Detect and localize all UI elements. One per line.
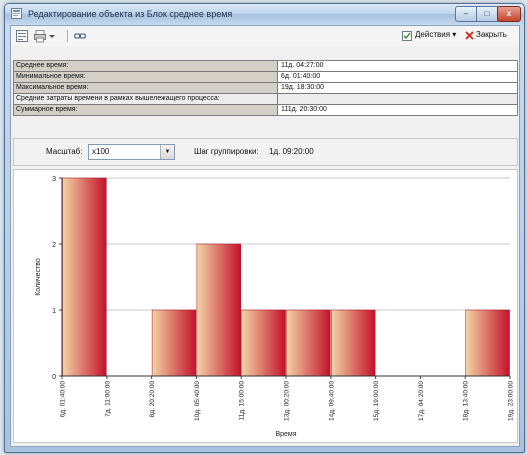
y-tick-label: 2 bbox=[52, 242, 56, 249]
x-tick-label: 7д. 11:00:00 bbox=[104, 381, 111, 417]
x-tick-label: 13д. 00:20:00 bbox=[284, 381, 291, 421]
x-tick-label: 10д. 05:40:00 bbox=[194, 381, 201, 421]
histogram-bar bbox=[151, 309, 197, 377]
window-title: Редактирование объекта из Блок среднее в… bbox=[28, 9, 233, 19]
link-icon[interactable] bbox=[73, 29, 87, 43]
x-tick-label: 14д. 09:40:00 bbox=[328, 381, 335, 421]
scale-select[interactable]: x100 ▼ bbox=[88, 144, 175, 160]
y-tick-label: 0 bbox=[52, 374, 56, 381]
minimize-button[interactable]: – bbox=[455, 6, 477, 22]
x-tick-label: 8д. 20:20:00 bbox=[149, 381, 156, 418]
scale-value: x100 bbox=[92, 147, 110, 156]
x-tick-label: 6д. 01:40:00 bbox=[60, 381, 67, 418]
print-dropdown-icon[interactable] bbox=[48, 29, 56, 43]
histogram-bar bbox=[62, 177, 107, 377]
property-row[interactable]: Суммарное время: 111д. 20:30:00 bbox=[14, 105, 517, 115]
dialog-client-area: Действия ▾ Закрыть Среднее время: 11д. 0… bbox=[10, 25, 520, 447]
property-value: 19д. 18:30:00 bbox=[278, 83, 517, 93]
histogram-bar bbox=[241, 309, 286, 377]
histogram-bar bbox=[196, 243, 241, 377]
properties-grid: Среднее время: 11д. 04:27:00 Минимальное… bbox=[13, 60, 518, 116]
maximize-button[interactable]: □ bbox=[476, 6, 498, 22]
property-label: Минимальное время: bbox=[14, 72, 277, 82]
chart-controls: Масштаб: x100 ▼ Шаг группировки: 1д. 09:… bbox=[13, 138, 518, 166]
title-bar[interactable]: Редактирование объекта из Блок среднее в… bbox=[5, 4, 524, 24]
y-axis-title: Количество bbox=[35, 258, 42, 296]
property-row[interactable]: Среднее время: 11д. 04:27:00 bbox=[14, 61, 517, 72]
close-x-icon bbox=[465, 31, 474, 40]
histogram-bar bbox=[286, 309, 331, 377]
properties-icon[interactable] bbox=[15, 29, 29, 43]
histogram-bar bbox=[465, 309, 510, 377]
step-label: Шаг группировки: bbox=[194, 147, 259, 156]
y-tick-label: 3 bbox=[52, 176, 56, 183]
histogram-bar bbox=[331, 309, 376, 377]
close-window-button[interactable]: x bbox=[497, 6, 521, 22]
property-label: Среднее время: bbox=[14, 61, 277, 71]
property-row[interactable]: Максимальное время: 19д. 18:30:00 bbox=[14, 83, 517, 94]
actions-button[interactable]: Действия ▾ bbox=[415, 30, 456, 39]
property-label: Суммарное время: bbox=[14, 105, 277, 115]
property-row[interactable]: Средние затраты времени в рамках вышележ… bbox=[14, 94, 517, 105]
x-tick-label: 11д. 15:00:00 bbox=[239, 381, 246, 421]
actions-icon bbox=[402, 31, 412, 41]
property-label: Максимальное время: bbox=[14, 83, 277, 93]
property-value: 6д. 01:40:00 bbox=[278, 72, 517, 82]
x-tick-label: 17д. 04:20:00 bbox=[418, 381, 425, 421]
toolbar-separator bbox=[67, 30, 68, 42]
close-button[interactable]: Закрыть bbox=[476, 30, 507, 39]
property-value bbox=[278, 94, 517, 104]
chevron-down-icon[interactable]: ▼ bbox=[160, 145, 174, 159]
x-tick-label: 19д. 23:00:00 bbox=[508, 381, 515, 421]
property-value: 111д. 20:30:00 bbox=[278, 105, 517, 115]
x-tick-label: 18д. 13:40:00 bbox=[463, 381, 470, 421]
toolbar: Действия ▾ Закрыть bbox=[11, 26, 519, 46]
print-icon[interactable] bbox=[33, 29, 47, 43]
property-row[interactable]: Минимальное время: 6д. 01:40:00 bbox=[14, 72, 517, 83]
app-icon bbox=[11, 8, 22, 19]
x-axis-title: Время bbox=[275, 431, 296, 438]
step-value: 1д. 09:20:00 bbox=[269, 147, 314, 156]
dialog-window: Редактирование объекта из Блок среднее в… bbox=[4, 3, 525, 453]
y-tick-label: 1 bbox=[52, 308, 56, 315]
histogram-chart: 0 1 2 3 6д. 01:40:00 7д. 11:00:00 8д. 20:20:00… bbox=[13, 169, 518, 443]
scale-label: Масштаб: bbox=[46, 147, 83, 156]
property-value: 11д. 04:27:00 bbox=[278, 61, 517, 71]
property-label: Средние затраты времени в рамках вышележ… bbox=[14, 94, 277, 104]
histogram-svg: 0 1 2 3 6д. 01:40:00 7д. 11:00:00 8д. 20:20:00… bbox=[35, 176, 515, 438]
x-tick-label: 15д. 19:00:00 bbox=[373, 381, 380, 421]
